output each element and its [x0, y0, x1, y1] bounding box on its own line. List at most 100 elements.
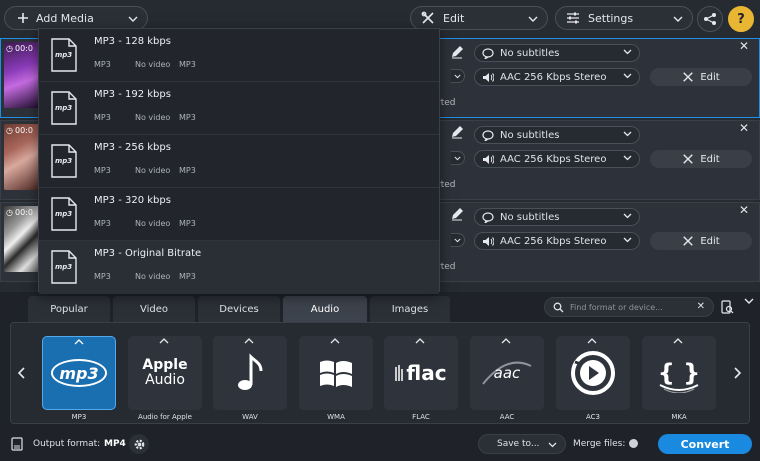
format-card-mp3[interactable]: mp3: [42, 336, 116, 410]
convert-button[interactable]: Convert: [658, 434, 752, 454]
output-settings-button[interactable]: [129, 434, 149, 454]
file-thumbnail[interactable]: ◷ 00:0: [4, 124, 40, 190]
chevron-down-icon[interactable]: [128, 16, 138, 22]
audio-track-select[interactable]: AAC 256 Kbps Stereo: [474, 150, 640, 168]
preset-title: MP3 - 192 kbps: [94, 89, 171, 100]
file-thumbnail[interactable]: ◷ 00:0: [4, 206, 40, 272]
chevron-right-icon[interactable]: [734, 367, 742, 379]
add-media-button[interactable]: Add Media: [4, 6, 148, 30]
file-duration: 00:0: [14, 208, 33, 217]
preset-title: MP3 - Original Bitrate: [94, 248, 202, 259]
search-icon: [553, 302, 564, 312]
collapse-panel-icon[interactable]: [744, 298, 754, 304]
pencil-icon[interactable]: [449, 206, 465, 222]
help-icon: ?: [737, 11, 745, 27]
pencil-icon[interactable]: [449, 124, 465, 140]
music-note-icon: [238, 353, 263, 390]
close-icon[interactable]: ✕: [739, 121, 749, 135]
tab-label: Devices: [219, 303, 259, 315]
merge-files-label: Merge files:: [573, 439, 626, 449]
audio-track-select[interactable]: AAC 256 Kbps Stereo: [474, 68, 640, 86]
preset-item[interactable]: mp3 MP3 - 128 kbps MP3 No video MP3: [39, 29, 439, 82]
file-thumbnail[interactable]: ◷ 00:0: [4, 42, 40, 108]
mp3-logo: mp3: [51, 359, 107, 387]
format-card-mka[interactable]: { }: [642, 336, 716, 410]
preset-item[interactable]: mp3 MP3 - 192 kbps MP3 No video MP3: [39, 82, 439, 135]
mp3-file-icon-text: mp3: [55, 104, 73, 112]
edit-file-button[interactable]: Edit: [650, 68, 752, 86]
chevron-up-icon: [673, 338, 683, 344]
tab-audio[interactable]: Audio: [283, 296, 367, 322]
clock-icon: ◷: [6, 44, 13, 53]
preset-item[interactable]: mp3 MP3 - 256 kbps MP3 No video MP3: [39, 135, 439, 188]
audio-track-value: AAC 256 Kbps Stereo: [500, 235, 607, 247]
preset-video: No video: [135, 166, 171, 175]
edit-dropdown[interactable]: Edit: [410, 6, 548, 30]
format-card-apple-audio[interactable]: Apple Audio: [128, 336, 202, 410]
chevron-down-icon: [454, 156, 461, 161]
chevron-down-icon: [673, 16, 683, 22]
preset-item[interactable]: mp3 MP3 - Original Bitrate MP3 No video …: [39, 241, 439, 294]
clock-icon: ◷: [6, 126, 13, 135]
video-settings-select[interactable]: [451, 151, 465, 165]
close-icon[interactable]: ✕: [739, 39, 749, 53]
edit-file-button[interactable]: Edit: [650, 232, 752, 250]
plus-icon: [18, 13, 28, 23]
clear-search-icon[interactable]: ✕: [697, 301, 705, 312]
convert-label: Convert: [680, 437, 730, 451]
preset-format: MP3: [94, 113, 111, 122]
mp3-file-icon-text: mp3: [55, 210, 73, 218]
close-icon[interactable]: ✕: [739, 203, 749, 217]
edit-file-button[interactable]: Edit: [650, 150, 752, 168]
format-card-wma[interactable]: [299, 336, 373, 410]
add-media-label: Add Media: [36, 11, 94, 25]
speaker-icon: [483, 154, 494, 164]
audio-track-select[interactable]: AAC 256 Kbps Stereo: [474, 232, 640, 250]
format-card-wav[interactable]: [213, 336, 287, 410]
flac-bars-icon: [395, 365, 404, 381]
output-format-value: MP4: [104, 439, 126, 449]
chevron-up-icon: [159, 338, 169, 344]
settings-dropdown[interactable]: Settings: [555, 6, 693, 30]
format-card-aac[interactable]: aac: [470, 336, 544, 410]
format-card-flac[interactable]: flac: [384, 336, 458, 410]
video-settings-select[interactable]: [451, 233, 465, 247]
format-search-input[interactable]: Find format or device... ✕: [544, 297, 714, 317]
tools-icon: [421, 11, 434, 24]
tools-icon: [683, 72, 694, 82]
save-to-dropdown[interactable]: Save to...: [478, 434, 566, 454]
chevron-down-icon: [623, 213, 632, 219]
format-label: Audio for Apple: [138, 413, 192, 421]
video-settings-select[interactable]: [451, 69, 465, 83]
tab-video[interactable]: Video: [113, 296, 195, 322]
share-button[interactable]: [697, 6, 723, 32]
format-label: FLAC: [412, 413, 430, 421]
search-placeholder: Find format or device...: [570, 302, 663, 312]
speech-bubble-icon: [482, 129, 494, 141]
format-label: WMA: [327, 413, 345, 421]
chevron-up-icon: [587, 338, 597, 344]
subtitles-select[interactable]: No subtitles: [474, 44, 640, 62]
device-detect-icon[interactable]: [720, 300, 734, 314]
file-duration: 00:0: [14, 44, 33, 53]
tab-devices[interactable]: Devices: [198, 296, 280, 322]
subtitles-value: No subtitles: [500, 47, 560, 59]
chevron-left-icon[interactable]: [17, 367, 25, 379]
format-card-ac3[interactable]: [556, 336, 630, 410]
audio-track-value: AAC 256 Kbps Stereo: [500, 153, 607, 165]
preset-item[interactable]: mp3 MP3 - 320 kbps MP3 No video MP3: [39, 188, 439, 241]
pencil-icon[interactable]: [449, 44, 465, 60]
gear-icon: [134, 439, 144, 449]
sliders-icon: [567, 12, 579, 24]
help-button[interactable]: ?: [728, 6, 754, 32]
subtitles-select[interactable]: No subtitles: [474, 208, 640, 226]
share-icon: [704, 13, 716, 25]
audio-track-value: AAC 256 Kbps Stereo: [500, 71, 607, 83]
tab-images[interactable]: Images: [370, 296, 450, 322]
merge-files-toggle[interactable]: [628, 438, 648, 449]
subtitles-select[interactable]: No subtitles: [474, 126, 640, 144]
chevron-down-icon: [623, 49, 632, 55]
tab-popular[interactable]: Popular: [28, 296, 110, 322]
preset-video: No video: [135, 60, 171, 69]
format-carousel: [10, 322, 750, 424]
